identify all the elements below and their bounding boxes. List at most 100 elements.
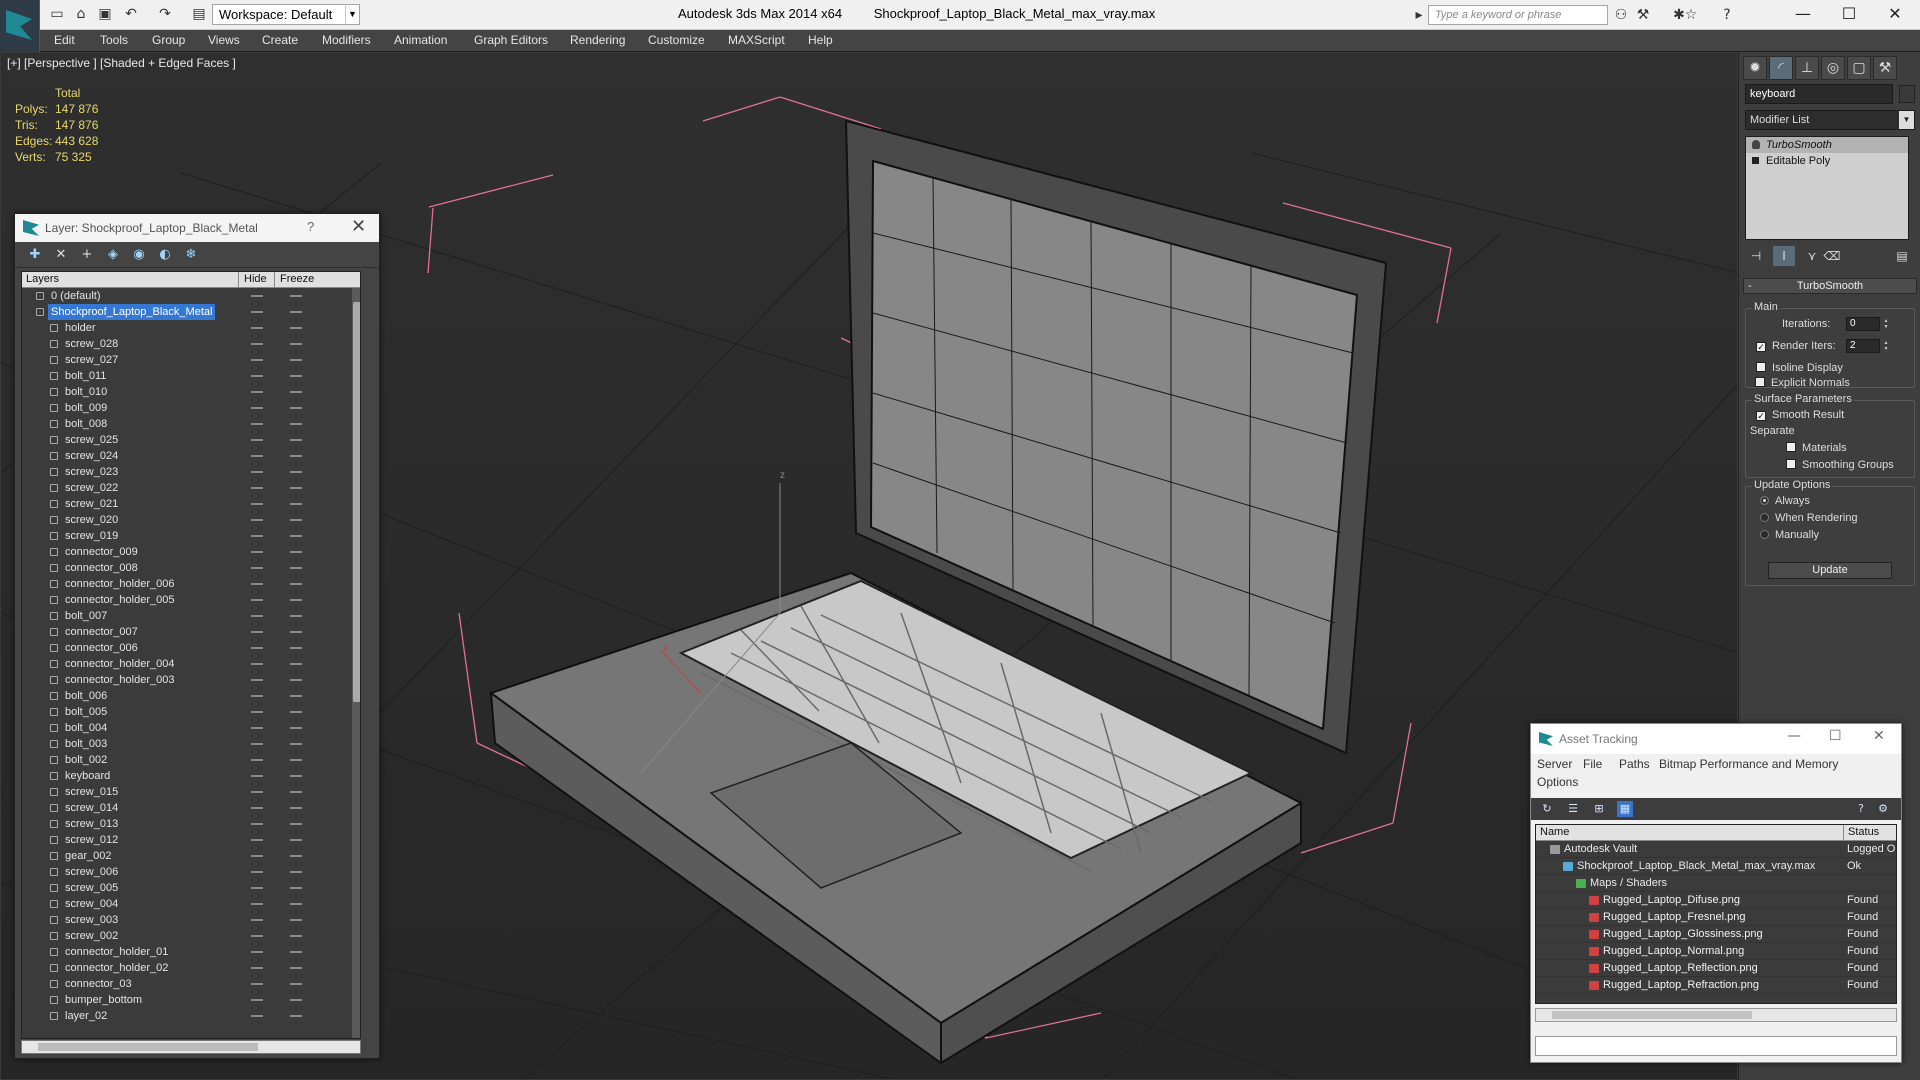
make-unique-icon[interactable]: ⋎ [1801, 246, 1823, 266]
stack-item-turbosmooth[interactable]: TurboSmooth [1746, 137, 1908, 153]
open-file-icon[interactable]: ⌂ [72, 5, 90, 23]
freeze-toggle[interactable] [290, 759, 302, 761]
freeze-toggle[interactable] [290, 455, 302, 457]
smooth-result-row[interactable]: ✓ Smooth Result [1756, 409, 1844, 421]
menu-file[interactable]: File [1583, 757, 1602, 771]
smoothing-groups-row[interactable]: Smoothing Groups [1786, 459, 1894, 471]
asset-row[interactable]: Shockproof_Laptop_Black_Metal_max_vray.m… [1536, 858, 1896, 875]
layer-row[interactable]: bolt_011 [22, 368, 360, 384]
menu-paths[interactable]: Paths [1619, 757, 1650, 771]
layer-row[interactable]: screw_021 [22, 496, 360, 512]
horizontal-scrollbar[interactable] [21, 1040, 361, 1054]
freeze-toggle[interactable] [290, 999, 302, 1001]
hide-toggle[interactable] [251, 967, 263, 969]
layer-row[interactable]: screw_023 [22, 464, 360, 480]
hide-toggle[interactable] [251, 615, 263, 617]
vertical-scrollbar[interactable] [352, 288, 360, 1038]
hide-toggle[interactable] [251, 343, 263, 345]
freeze-toggle[interactable] [290, 375, 302, 377]
render-iters-checkbox[interactable]: ✓ [1756, 342, 1766, 352]
lightbulb-icon[interactable] [1752, 140, 1760, 149]
asset-row[interactable]: Rugged_Laptop_Refraction.png Found [1536, 977, 1896, 994]
laptop-model[interactable] [488, 119, 1388, 1065]
menu-bitmap-performance[interactable]: Bitmap Performance and Memory [1659, 757, 1838, 771]
freeze-toggle[interactable] [290, 743, 302, 745]
layer-row[interactable]: 0 (default) [22, 288, 360, 304]
smooth-result-checkbox[interactable]: ✓ [1756, 411, 1766, 421]
freeze-toggle[interactable] [290, 631, 302, 633]
hide-toggle[interactable] [251, 775, 263, 777]
binoculars-icon[interactable]: ⚇ [1612, 5, 1630, 25]
hide-toggle[interactable] [251, 871, 263, 873]
layer-window-titlebar[interactable]: Layer: Shockproof_Laptop_Black_Metal ? ✕ [15, 214, 379, 242]
col-name[interactable]: Name [1540, 826, 1569, 838]
hide-toggle[interactable] [251, 487, 263, 489]
layer-row[interactable]: bumper_bottom [22, 992, 360, 1008]
search-input[interactable]: Type a keyword or phrase [1428, 5, 1608, 25]
freeze-unfreeze-all-icon[interactable]: ❄ [181, 246, 201, 264]
menu-tools[interactable]: Tools [100, 33, 128, 47]
freeze-toggle[interactable] [290, 919, 302, 921]
layer-row[interactable]: Shockproof_Laptop_Black_Metal [22, 304, 360, 320]
freeze-toggle[interactable] [290, 439, 302, 441]
rollout-header[interactable]: - TurboSmooth [1743, 278, 1917, 294]
undo-icon[interactable]: ↶ [122, 5, 140, 23]
freeze-toggle[interactable] [290, 951, 302, 953]
hide-toggle[interactable] [251, 695, 263, 697]
freeze-toggle[interactable] [290, 903, 302, 905]
freeze-toggle[interactable] [290, 775, 302, 777]
hide-toggle[interactable] [251, 455, 263, 457]
hide-toggle[interactable] [251, 903, 263, 905]
hide-toggle[interactable] [251, 711, 263, 713]
show-end-result-icon[interactable]: Ⅰ [1773, 246, 1795, 266]
layer-row[interactable]: connector_006 [22, 640, 360, 656]
freeze-toggle[interactable] [290, 967, 302, 969]
freeze-toggle[interactable] [290, 791, 302, 793]
viewport-label[interactable]: [+] [Perspective ] [Shaded + Edged Faces… [7, 56, 236, 70]
new-file-icon[interactable]: ▭ [48, 5, 66, 23]
freeze-toggle[interactable] [290, 503, 302, 505]
always-radio[interactable] [1760, 496, 1769, 505]
hide-toggle[interactable] [251, 951, 263, 953]
menu-options[interactable]: Options [1537, 775, 1578, 789]
table-view-icon[interactable]: ▦ [1617, 801, 1633, 817]
help-icon[interactable]: ? [1718, 5, 1736, 25]
layer-row[interactable]: bolt_006 [22, 688, 360, 704]
horizontal-scrollbar[interactable] [1535, 1008, 1897, 1022]
hide-toggle[interactable] [251, 839, 263, 841]
layer-row[interactable]: bolt_002 [22, 752, 360, 768]
search-expand-icon[interactable]: ▸ [1410, 5, 1428, 25]
layer-row[interactable]: screw_003 [22, 912, 360, 928]
freeze-toggle[interactable] [290, 535, 302, 537]
freeze-toggle[interactable] [290, 551, 302, 553]
freeze-toggle[interactable] [290, 679, 302, 681]
motion-tab-icon[interactable]: ◎ [1821, 56, 1845, 80]
col-hide[interactable]: Hide [244, 273, 267, 285]
freeze-toggle[interactable] [290, 599, 302, 601]
hide-toggle[interactable] [251, 583, 263, 585]
asset-row[interactable]: Autodesk Vault Logged O [1536, 841, 1896, 858]
close-button[interactable]: ✕ [1872, 0, 1918, 30]
freeze-toggle[interactable] [290, 823, 302, 825]
iterations-spinner[interactable]: 0 [1846, 317, 1891, 331]
explicit-normals-checkbox[interactable] [1755, 377, 1765, 387]
freeze-toggle[interactable] [290, 295, 302, 297]
layer-row[interactable]: screw_005 [22, 880, 360, 896]
hide-toggle[interactable] [251, 439, 263, 441]
freeze-toggle[interactable] [290, 423, 302, 425]
menu-animation[interactable]: Animation [394, 33, 447, 47]
layer-row[interactable]: connector_holder_006 [22, 576, 360, 592]
create-tab-icon[interactable]: ✹ [1743, 56, 1767, 80]
object-name-field[interactable]: keyboard [1745, 84, 1893, 104]
freeze-toggle[interactable] [290, 935, 302, 937]
hide-toggle[interactable] [251, 423, 263, 425]
layer-row[interactable]: screw_014 [22, 800, 360, 816]
hide-toggle[interactable] [251, 1015, 263, 1017]
menu-group[interactable]: Group [152, 33, 185, 47]
layer-row[interactable]: connector_holder_005 [22, 592, 360, 608]
hide-toggle[interactable] [251, 855, 263, 857]
freeze-toggle[interactable] [290, 871, 302, 873]
hide-toggle[interactable] [251, 519, 263, 521]
layer-row[interactable]: gear_002 [22, 848, 360, 864]
layer-row[interactable]: screw_020 [22, 512, 360, 528]
